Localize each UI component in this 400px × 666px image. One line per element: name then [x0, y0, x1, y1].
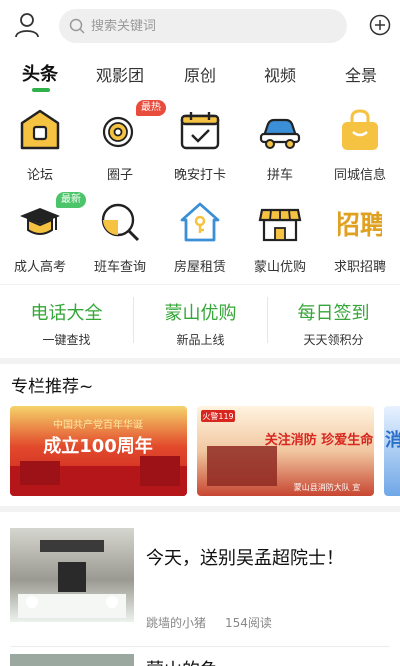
quick-link-shop[interactable]: 蒙山优购 新品上线 — [134, 285, 267, 359]
forum-house-icon — [20, 109, 60, 150]
search-icon — [69, 18, 85, 34]
banner-third[interactable]: 消 — [384, 406, 400, 496]
banner-art: 火警119 关注消防 珍爱生命 蒙山县消防大队 宣 — [201, 410, 374, 492]
section-gap — [0, 506, 400, 512]
banner-art: 消 — [385, 429, 400, 451]
grid-label: 晚安打卡 — [173, 168, 226, 183]
feed-divider — [10, 646, 390, 647]
grid-label: 论坛 — [26, 168, 53, 183]
quick-link-signin[interactable]: 每日签到 天天领积分 — [267, 285, 400, 359]
top-bar — [0, 0, 400, 52]
banner-text: 关注消防 珍爱生命 — [265, 432, 374, 448]
grid-label: 班车查询 — [93, 260, 146, 275]
grid-item-bus-query[interactable]: 班车查询 — [80, 196, 160, 278]
tab-panorama[interactable]: 全景 — [345, 62, 377, 86]
tab-video[interactable]: 视频 — [264, 62, 296, 86]
section-gap — [0, 358, 400, 364]
banner-art: 中国共产党百年华诞 成立100周年 — [10, 418, 187, 496]
tab-headlines[interactable]: 头条 — [22, 60, 58, 86]
thumbnail-art — [18, 540, 126, 618]
house-key-icon — [180, 202, 220, 242]
banner-heading: 消 — [385, 429, 400, 451]
grid-label: 同城信息 — [333, 168, 386, 183]
banner-fire-safety[interactable]: 火警119 关注消防 珍爱生命 蒙山县消防大队 宣 — [197, 406, 374, 496]
article-thumbnail — [10, 654, 134, 666]
grid-item-forum[interactable]: 论坛 — [0, 104, 80, 186]
grid-item-checkin[interactable]: 晚安打卡 — [160, 104, 240, 186]
shop-store-icon — [258, 208, 302, 242]
grid-item-circle[interactable]: 圈子 — [80, 104, 160, 186]
grid-label: 求职招聘 — [333, 260, 386, 275]
article-thumbnail — [10, 528, 134, 622]
article-title: 今天，送别吴孟超院士！ — [146, 548, 344, 569]
quick-link-subtitle: 天天领积分 — [303, 333, 364, 347]
search-input[interactable] — [91, 18, 321, 34]
user-profile-icon[interactable] — [14, 12, 40, 38]
add-circle-icon[interactable] — [369, 14, 391, 36]
tab-original[interactable]: 原创 — [184, 62, 216, 86]
car-icon — [259, 118, 301, 149]
search-bar[interactable] — [59, 9, 347, 43]
quick-link-subtitle: 新品上线 — [176, 333, 225, 347]
banner-heading: 火警119 — [202, 411, 233, 421]
article-title: 蒙山的鱼 — [146, 656, 218, 666]
article-author: 跳墙的小猪 — [146, 616, 207, 630]
shopping-bag-icon — [342, 109, 378, 150]
column-banners: 中国共产党百年华诞 成立100周年 火警119 关注消防 珍爱生命 蒙山县消防大… — [0, 406, 400, 496]
quick-link-phonebook[interactable]: 电话大全 一键查找 — [0, 285, 133, 359]
category-tabs: 头条 观影团 原创 视频 全景 — [0, 56, 400, 96]
grid-item-rental[interactable]: 房屋租赁 — [160, 196, 240, 278]
active-tab-indicator — [32, 88, 50, 92]
quick-links: 电话大全 一键查找 蒙山优购 新品上线 每日签到 天天领积分 — [0, 284, 400, 358]
grid-label: 成人高考 — [13, 260, 66, 275]
grid-item-jobs[interactable]: 招聘 求职招聘 — [320, 196, 400, 278]
grid-item-carpool[interactable]: 拼车 — [240, 104, 320, 186]
grid-label: 蒙山优购 — [253, 260, 306, 275]
calendar-check-icon — [180, 112, 220, 150]
grid-label: 圈子 — [106, 168, 133, 183]
grid-item-adult-exam[interactable]: 成人高考 — [0, 196, 80, 278]
article-reads: 154阅读 — [225, 616, 272, 630]
section-title: 专栏推荐~ — [11, 377, 94, 397]
tab-movie-group[interactable]: 观影团 — [96, 62, 144, 86]
quick-link-title: 每日签到 — [297, 303, 370, 324]
banner-party-anniversary[interactable]: 中国共产党百年华诞 成立100周年 — [10, 406, 187, 496]
list-item[interactable]: 蒙山的鱼 — [0, 654, 400, 666]
grid-item-shop[interactable]: 蒙山优购 — [240, 196, 320, 278]
banner-heading: 中国共产党百年华诞 — [53, 418, 143, 431]
recruit-glyph: 招聘 — [338, 211, 382, 241]
quick-link-title: 蒙山优购 — [164, 303, 237, 324]
grid-label: 拼车 — [266, 168, 293, 183]
recruit-icon: 招聘 — [338, 211, 382, 241]
banner-footer: 蒙山县消防大队 宣 — [294, 482, 361, 492]
grid-label: 房屋租赁 — [173, 260, 226, 275]
quick-link-subtitle: 一键查找 — [42, 333, 91, 347]
search-magnifier-icon — [101, 203, 140, 242]
grid-item-local-info[interactable]: 同城信息 — [320, 104, 400, 186]
list-item[interactable]: 今天，送别吴孟超院士！ 跳墙的小猪 154阅读 — [0, 528, 400, 638]
banner-text: 成立100周年 — [43, 435, 153, 457]
quick-link-title: 电话大全 — [30, 303, 103, 324]
